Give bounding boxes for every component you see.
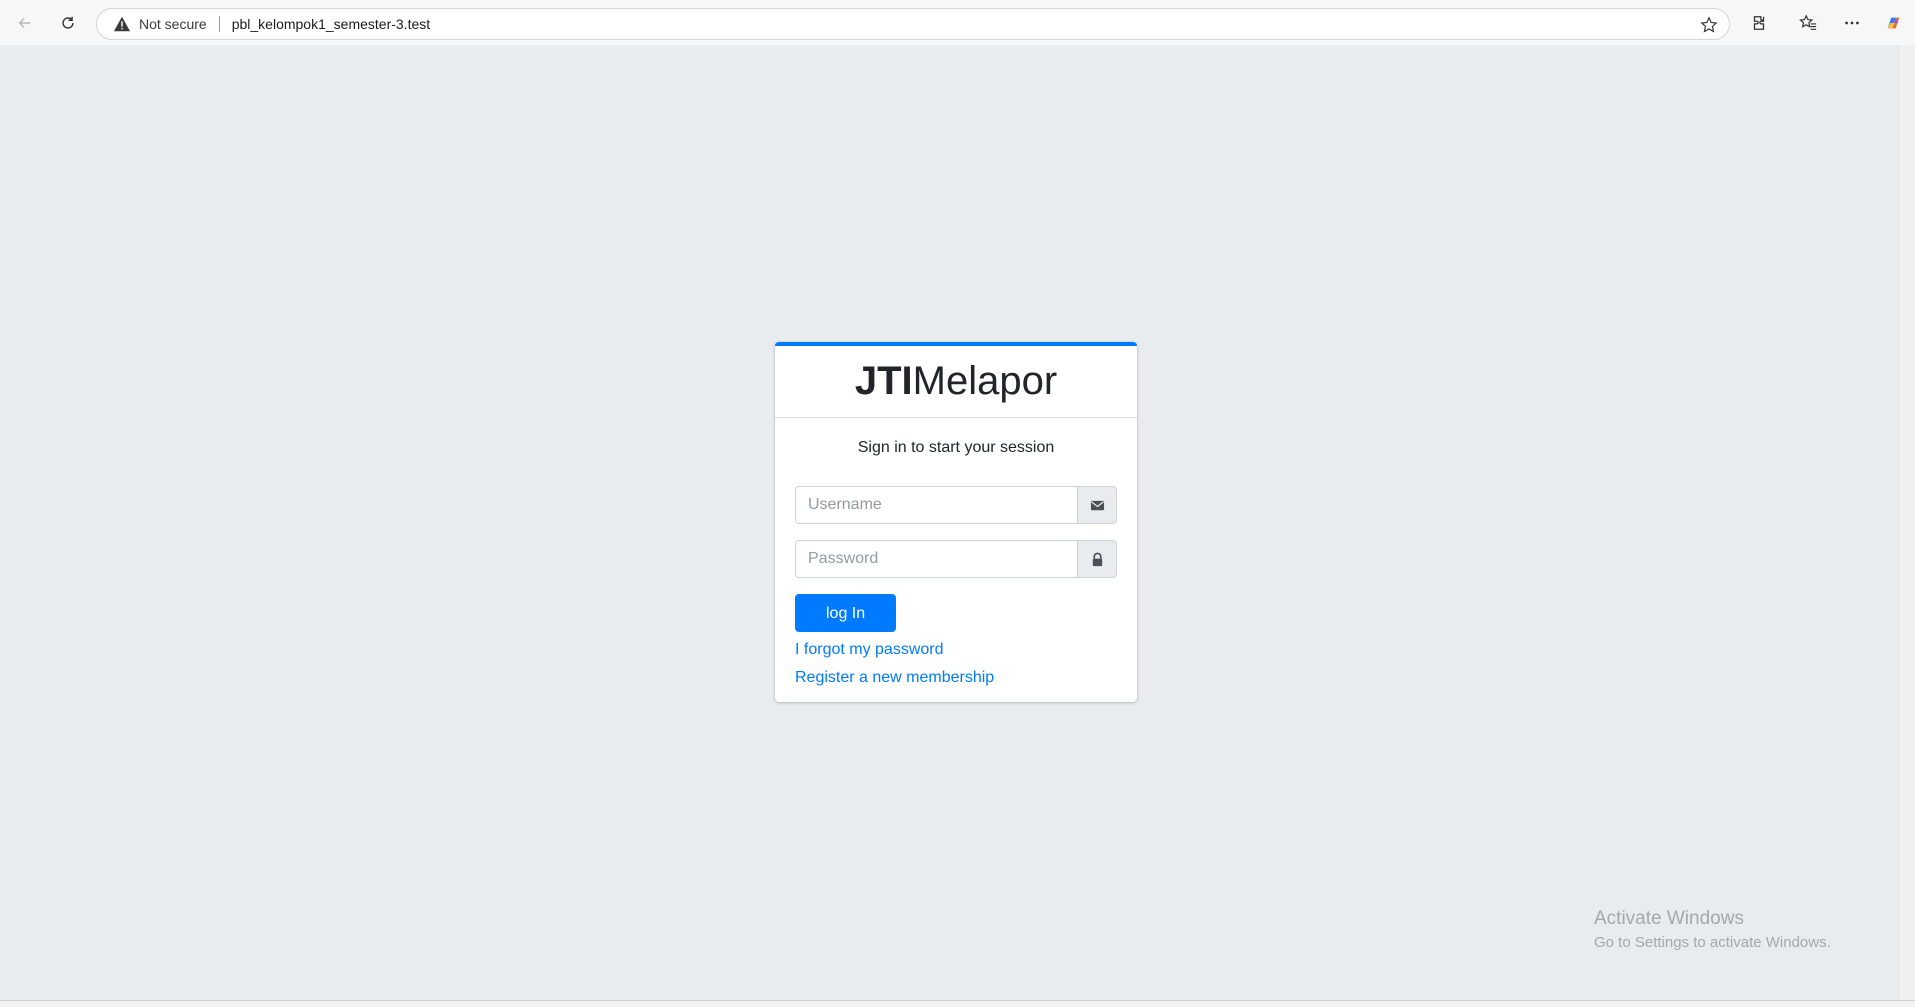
password-group	[795, 540, 1117, 578]
extensions-icon[interactable]	[1744, 8, 1774, 38]
star-icon[interactable]	[1699, 15, 1719, 35]
refresh-icon[interactable]	[53, 8, 83, 38]
logo-bold-text: JTI	[854, 359, 913, 403]
address-bar[interactable]: Not secure pbl_kelompok1_semester-3.test	[96, 8, 1730, 40]
register-link[interactable]: Register a new membership	[795, 668, 1117, 688]
lock-icon	[1077, 540, 1117, 578]
favorites-icon[interactable]	[1793, 8, 1823, 38]
bottom-edge	[0, 1000, 1915, 1007]
windows-activation-watermark: Activate Windows Go to Settings to activ…	[1594, 908, 1831, 951]
watermark-title: Activate Windows	[1594, 908, 1744, 929]
vertical-scrollbar[interactable]	[1900, 45, 1915, 1000]
login-card: JTI Melapor Sign in to start your session…	[775, 342, 1137, 702]
browser-toolbar: Not secure pbl_kelompok1_semester-3.test	[0, 0, 1915, 45]
forgot-password-link[interactable]: I forgot my password	[795, 640, 1117, 660]
security-label[interactable]: Not secure	[139, 16, 207, 32]
envelope-icon	[1077, 486, 1117, 524]
more-icon[interactable]	[1837, 8, 1867, 38]
username-group	[795, 486, 1117, 524]
watermark-subtitle: Go to Settings to activate Windows.	[1594, 934, 1831, 951]
back-arrow-icon[interactable]	[10, 8, 40, 38]
url-text[interactable]: pbl_kelompok1_semester-3.test	[232, 16, 430, 32]
login-logo[interactable]: JTI Melapor	[775, 346, 1137, 418]
warning-icon	[113, 15, 131, 33]
address-separator	[218, 16, 220, 32]
password-input[interactable]	[795, 540, 1077, 578]
username-input[interactable]	[795, 486, 1077, 524]
logo-light-text: Melapor	[912, 359, 1058, 403]
login-card-body: Sign in to start your session log In I f…	[775, 418, 1137, 708]
login-button[interactable]: log In	[795, 594, 897, 632]
copilot-icon[interactable]	[1878, 8, 1908, 38]
login-message: Sign in to start your session	[857, 439, 1055, 456]
